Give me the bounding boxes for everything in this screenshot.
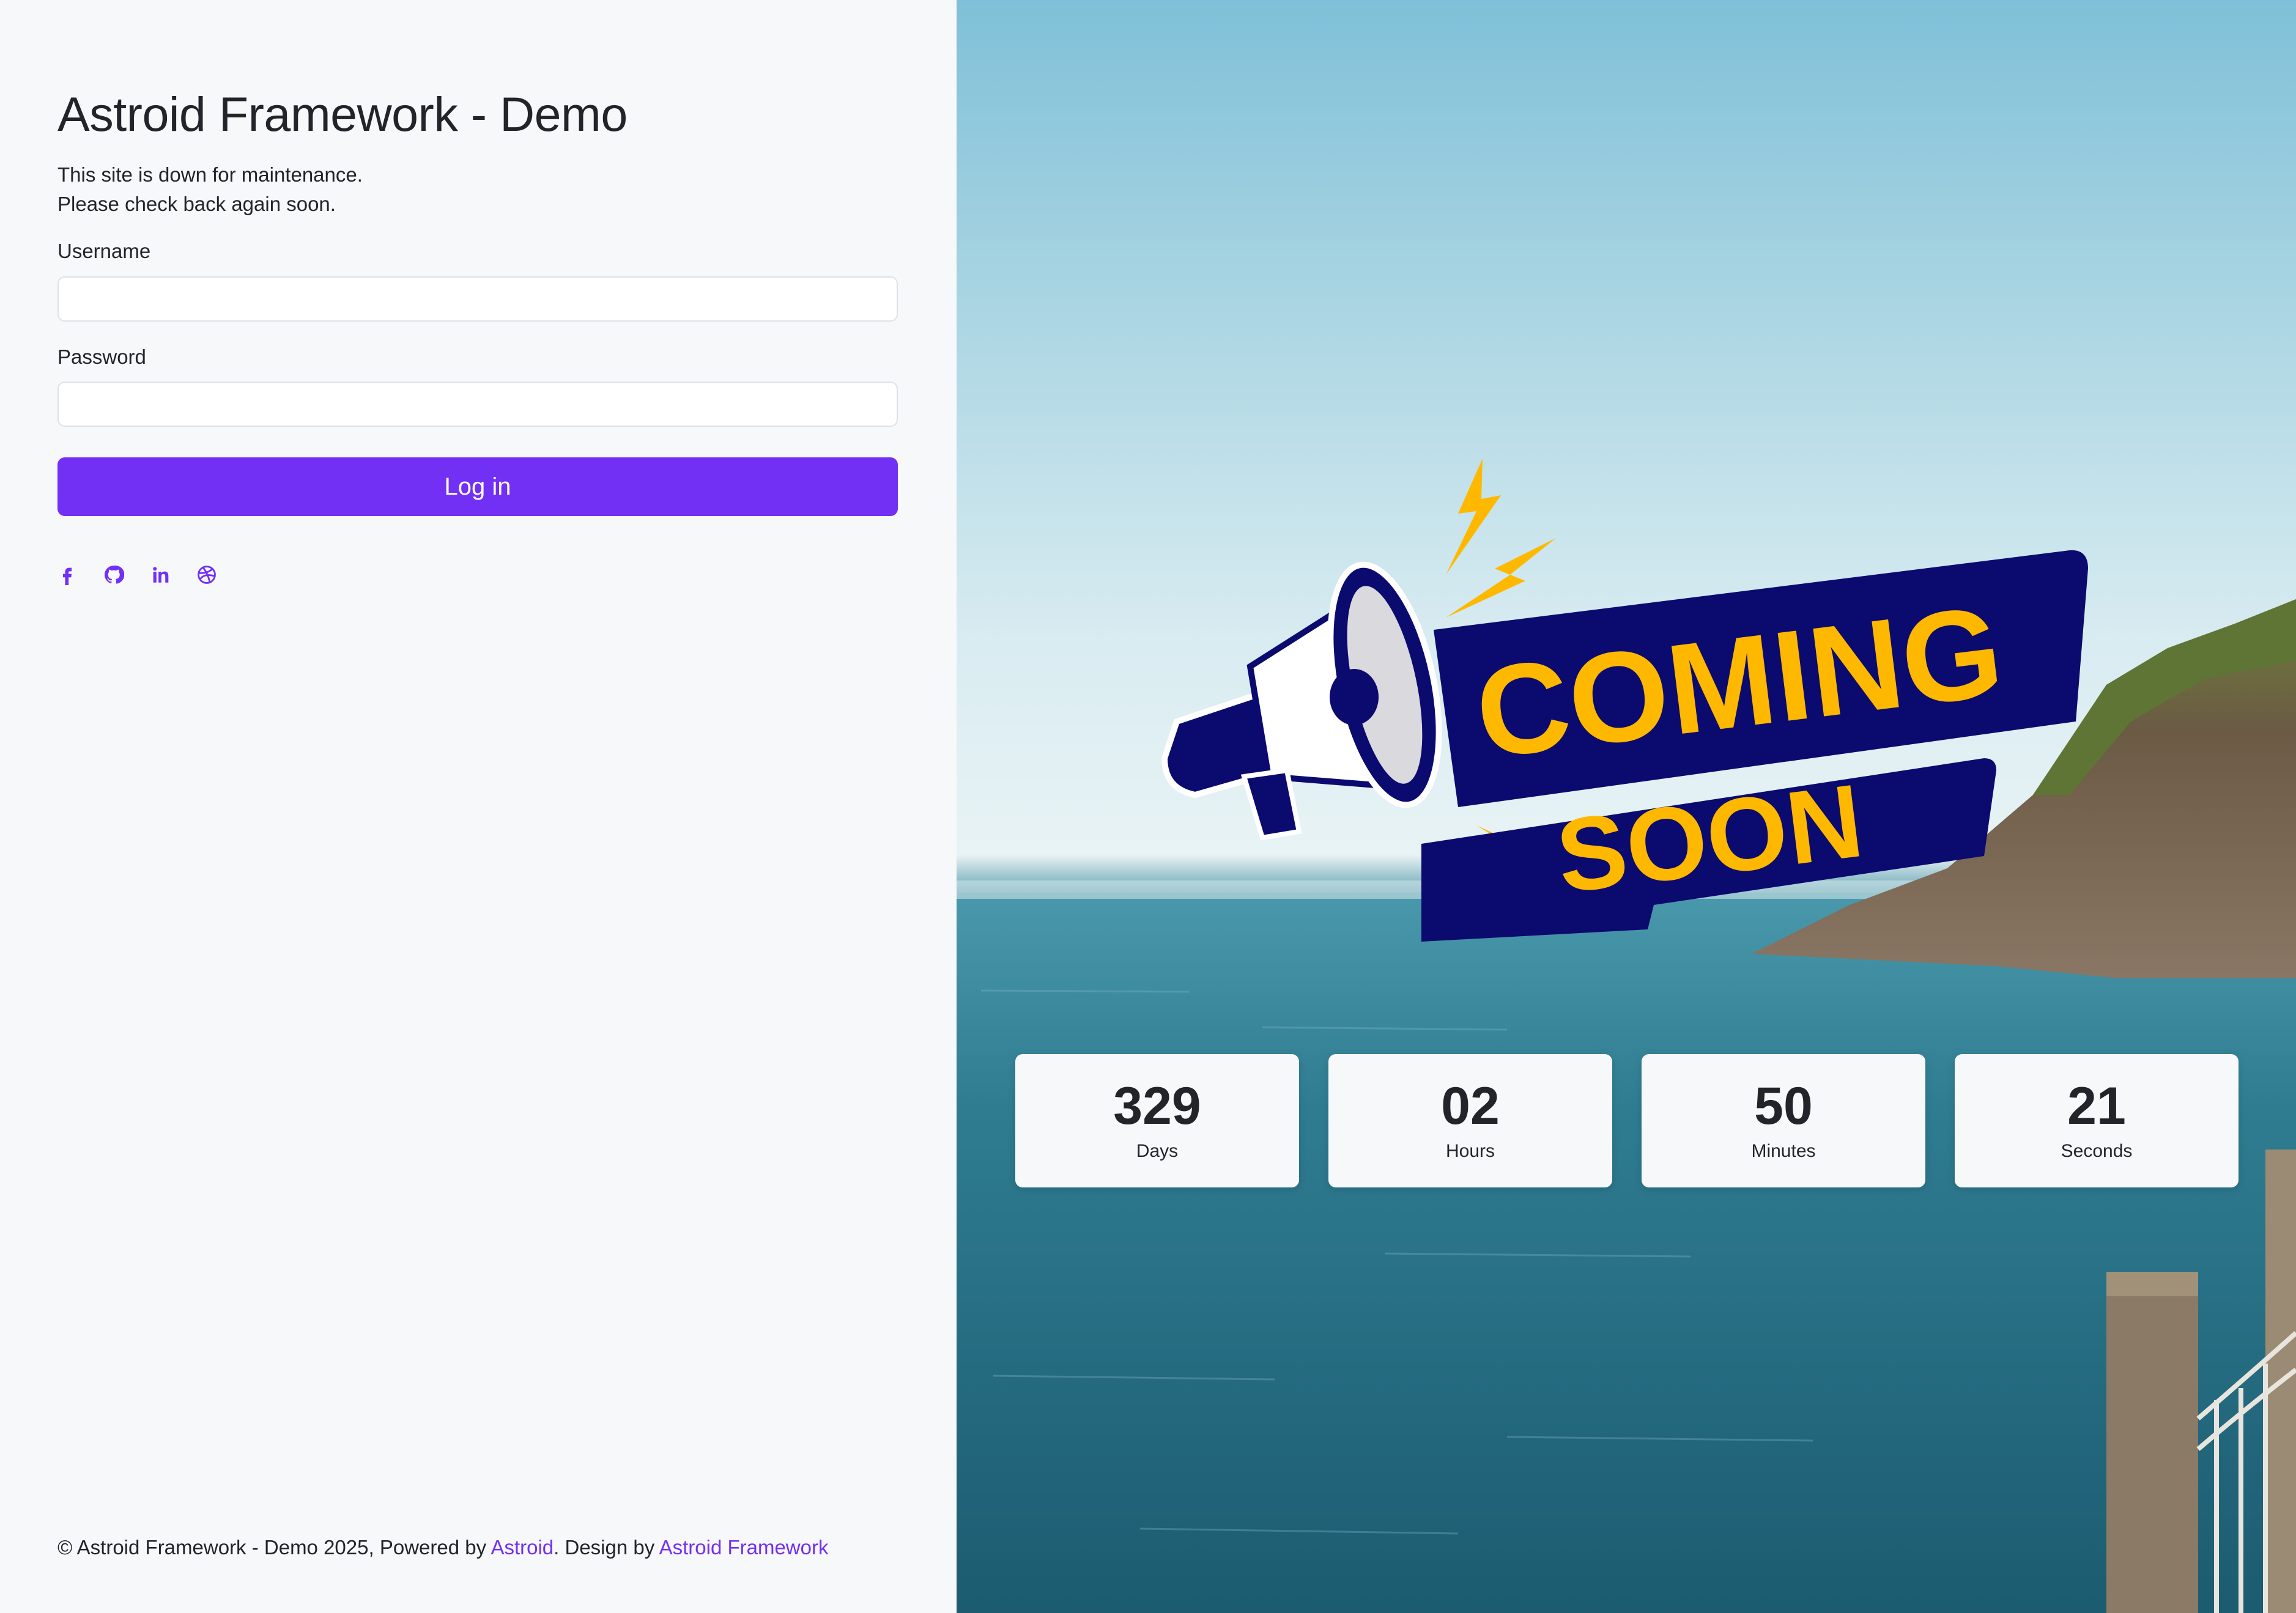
maintenance-panel: Astroid Framework - Demo This site is do…	[0, 0, 957, 1613]
maintenance-message: This site is down for maintenance. Pleas…	[57, 160, 363, 219]
footer: © Astroid Framework - Demo 2025, Powered…	[57, 1536, 828, 1559]
countdown-minutes: 50 Minutes	[1642, 1054, 1925, 1187]
footer-copyright: © Astroid Framework - Demo 2025, Powered…	[57, 1536, 491, 1559]
social-links	[53, 560, 221, 589]
countdown-days: 329 Days	[1015, 1054, 1299, 1187]
countdown-timer: 329 Days 02 Hours 50 Minutes 21 Seconds	[1015, 1054, 2239, 1187]
countdown-value: 21	[2067, 1077, 2126, 1135]
countdown-label: Days	[1136, 1141, 1179, 1161]
countdown-value: 50	[1754, 1077, 1813, 1135]
linkedin-icon[interactable]	[146, 560, 175, 589]
login-button[interactable]: Log in	[57, 457, 898, 516]
page-title: Astroid Framework - Demo	[57, 87, 628, 141]
message-line-1: This site is down for maintenance.	[57, 163, 363, 186]
countdown-label: Hours	[1445, 1141, 1495, 1161]
facebook-icon[interactable]	[53, 560, 82, 589]
username-input[interactable]	[57, 276, 898, 322]
countdown-seconds: 21 Seconds	[1955, 1054, 2239, 1187]
username-label: Username	[57, 240, 151, 262]
footer-astroid-framework-link[interactable]: Astroid Framework	[659, 1536, 829, 1559]
message-line-2: Please check back again soon.	[57, 193, 336, 215]
countdown-label: Minutes	[1751, 1141, 1816, 1161]
countdown-value: 329	[1113, 1077, 1201, 1135]
password-input[interactable]	[57, 382, 898, 427]
countdown-value: 02	[1441, 1077, 1500, 1135]
seaside-background: COMING SOON	[957, 459, 2296, 1613]
github-icon[interactable]	[99, 560, 128, 589]
footer-astroid-link[interactable]: Astroid	[491, 1536, 554, 1559]
password-label: Password	[57, 345, 146, 368]
dribbble-icon[interactable]	[192, 560, 221, 589]
hero-image-panel: COMING SOON 329 Days 02 Hours 50 Minutes…	[957, 0, 2296, 1613]
countdown-label: Seconds	[2061, 1141, 2133, 1161]
countdown-hours: 02 Hours	[1328, 1054, 1612, 1187]
footer-middle-text: . Design by	[554, 1536, 659, 1559]
